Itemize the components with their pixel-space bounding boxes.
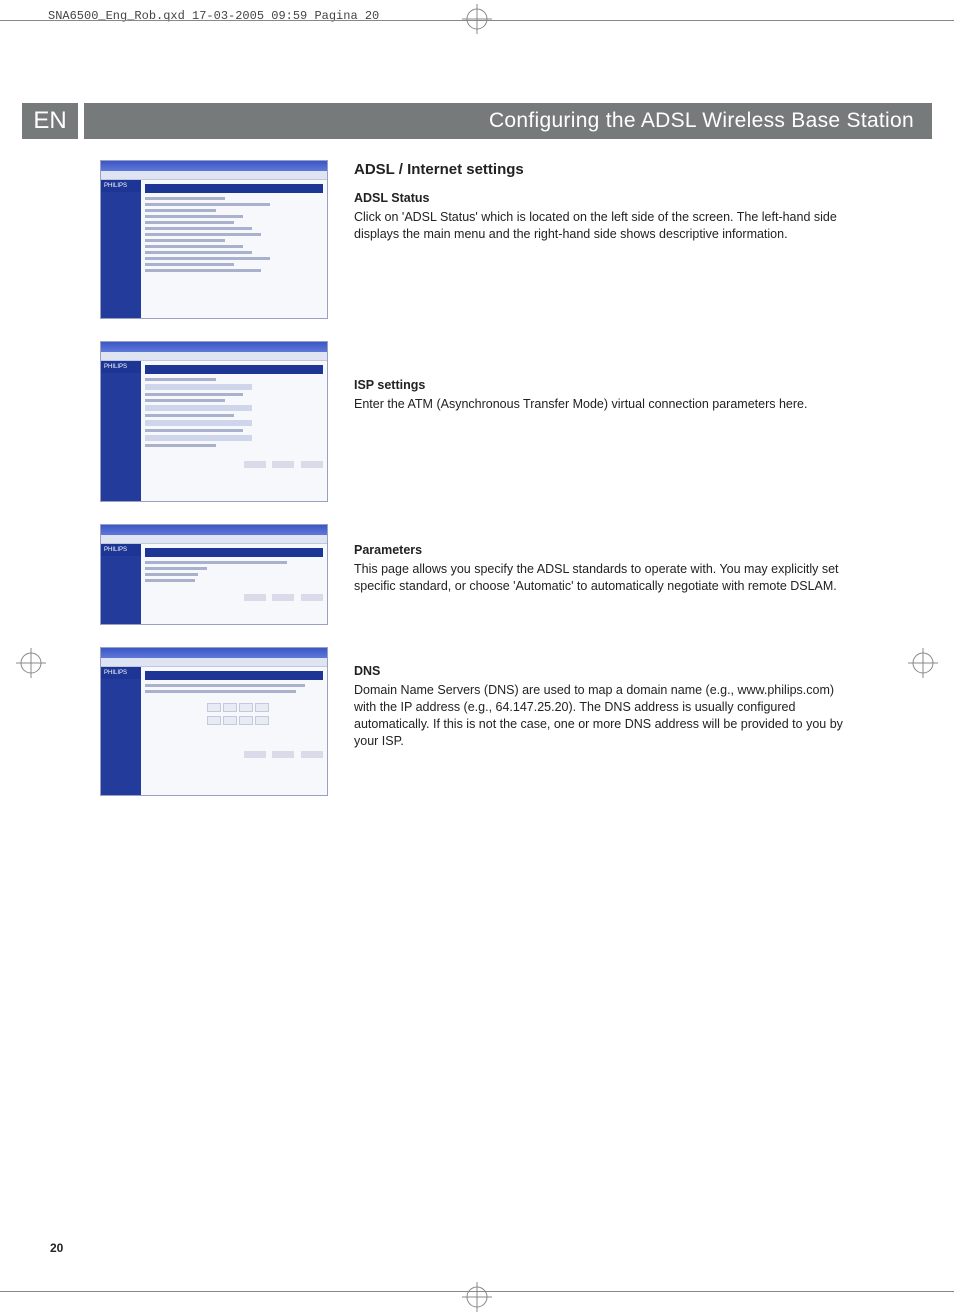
content-area: PHILIPS bbox=[100, 160, 854, 1226]
page-number: 20 bbox=[50, 1240, 63, 1256]
thumb-brand-label: PHILIPS bbox=[101, 544, 141, 556]
section-isp-settings: PHILIPS bbox=[100, 341, 854, 502]
section-text: Parameters This page allows you specify … bbox=[354, 524, 854, 605]
registration-mark-left-icon bbox=[16, 648, 46, 678]
thumb-brand-label: PHILIPS bbox=[101, 361, 141, 373]
screenshot-parameters: PHILIPS bbox=[100, 524, 330, 625]
screenshot-dns: PHILIPS bbox=[100, 647, 330, 796]
section-body: This page allows you specify the ADSL st… bbox=[354, 561, 854, 595]
screenshot-adsl-status: PHILIPS bbox=[100, 160, 330, 319]
page-title: Configuring the ADSL Wireless Base Stati… bbox=[84, 103, 932, 139]
section-text: ADSL / Internet settings ADSL Status Cli… bbox=[354, 160, 854, 253]
section-heading-main: ADSL / Internet settings bbox=[354, 160, 854, 180]
registration-mark-bottom-icon bbox=[462, 1282, 492, 1312]
section-text: ISP settings Enter the ATM (Asynchronous… bbox=[354, 341, 854, 423]
section-body: Click on 'ADSL Status' which is located … bbox=[354, 209, 854, 243]
print-run-header: SNA6500_Eng_Rob.qxd 17-03-2005 09:59 Pag… bbox=[48, 8, 379, 24]
thumb-brand-label: PHILIPS bbox=[101, 667, 141, 679]
registration-mark-right-icon bbox=[908, 648, 938, 678]
section-heading: ADSL Status bbox=[354, 190, 854, 207]
section-dns: PHILIPS bbox=[100, 647, 854, 796]
section-heading: Parameters bbox=[354, 542, 854, 559]
section-heading: DNS bbox=[354, 663, 854, 680]
section-heading: ISP settings bbox=[354, 377, 854, 394]
section-body: Domain Name Servers (DNS) are used to ma… bbox=[354, 682, 854, 750]
registration-mark-top-icon bbox=[462, 4, 492, 34]
page: SNA6500_Eng_Rob.qxd 17-03-2005 09:59 Pag… bbox=[0, 0, 954, 1316]
language-tab: EN bbox=[22, 103, 78, 139]
section-parameters: PHILIPS bbox=[100, 524, 854, 625]
section-text: DNS Domain Name Servers (DNS) are used t… bbox=[354, 647, 854, 759]
screenshot-isp-settings: PHILIPS bbox=[100, 341, 330, 502]
thumb-brand-label: PHILIPS bbox=[101, 180, 141, 192]
section-adsl-status: PHILIPS bbox=[100, 160, 854, 319]
section-body: Enter the ATM (Asynchronous Transfer Mod… bbox=[354, 396, 854, 413]
